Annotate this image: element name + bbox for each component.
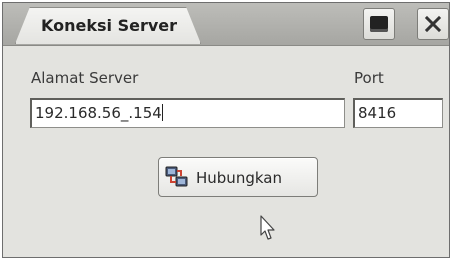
connect-button[interactable]: Hubungkan [158, 157, 318, 197]
mouse-pointer-icon [260, 215, 275, 240]
network-connect-icon [165, 166, 188, 187]
maximize-icon [370, 16, 388, 32]
port-label: Port [354, 69, 384, 87]
close-button[interactable] [417, 8, 449, 40]
server-address-value: 192.168.56_.154 [35, 104, 162, 122]
port-input[interactable]: 8416 [353, 98, 443, 128]
window-title: Koneksi Server [41, 16, 178, 35]
text-caret [161, 104, 163, 121]
close-icon [424, 15, 442, 33]
port-value: 8416 [358, 104, 397, 122]
server-address-input[interactable]: 192.168.56_.154 [30, 98, 345, 128]
dialog-window: Koneksi Server Alamat Server Port 192.16… [2, 2, 450, 258]
title-bar[interactable]: Koneksi Server [3, 3, 449, 46]
maximize-button[interactable] [363, 8, 395, 40]
server-address-label: Alamat Server [31, 69, 139, 87]
connect-button-label: Hubungkan [196, 169, 282, 187]
